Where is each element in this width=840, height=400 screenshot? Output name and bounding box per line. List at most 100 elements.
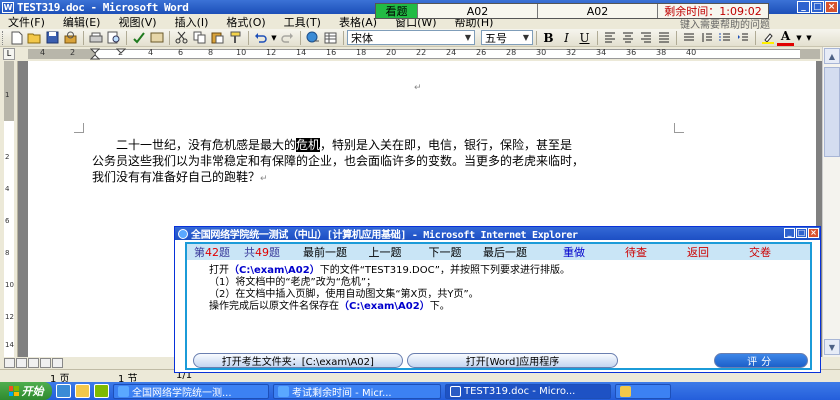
line-spacing-icon[interactable] <box>698 30 715 46</box>
menu-file[interactable]: 文件(F) <box>0 14 55 30</box>
document-text[interactable]: 二十一世纪，没有危机感是最大的危机，特别是入关在即，电信，银行，保险，甚至是 公… <box>92 137 678 187</box>
remaining-time: 剩余时间：1:09:02 <box>658 4 768 18</box>
dialog-maximize-button[interactable]: □ <box>796 228 807 238</box>
permission-icon[interactable] <box>62 30 79 46</box>
numbering-icon[interactable] <box>716 30 733 46</box>
dialog-window-controls: _ □ × <box>784 228 819 238</box>
justify-icon[interactable] <box>655 30 672 46</box>
back-button[interactable]: 返回 <box>667 244 729 260</box>
instruction-line: （2）在文档中插入页脚，使用自动图文集“第X页，共Y页”。 <box>209 289 479 300</box>
menu-edit[interactable]: 编辑(E) <box>55 14 111 30</box>
maximize-button[interactable]: □ <box>811 1 824 13</box>
research-icon[interactable] <box>148 30 165 46</box>
exam-dialog-title-bar[interactable]: 全国网络学院统一测试（中山）[计算机应用基础] - Microsoft Inte… <box>175 227 820 241</box>
first-line-indent-icon[interactable] <box>116 48 126 54</box>
exam-content: 第42题 共49题 最前一题 上一题 下一题 最后一题 重做 待查 返回 交卷 … <box>185 242 812 370</box>
spelling-icon[interactable] <box>130 30 147 46</box>
distribute-icon[interactable] <box>680 30 697 46</box>
scroll-thumb[interactable] <box>824 67 840 157</box>
indent-icon[interactable] <box>734 30 751 46</box>
menu-view[interactable]: 视图(V) <box>110 14 166 30</box>
exam-dialog[interactable]: 全国网络学院统一测试（中山）[计算机应用基础] - Microsoft Inte… <box>174 226 821 373</box>
indent-marker-icon[interactable] <box>90 48 100 60</box>
hyperlink-icon[interactable] <box>304 30 321 46</box>
align-right-icon[interactable] <box>637 30 654 46</box>
taskbar-item-exam[interactable]: 全国网络学院统一测... <box>113 383 269 399</box>
cut-icon[interactable] <box>173 30 190 46</box>
web-view-button[interactable] <box>16 358 27 368</box>
tab-selector[interactable]: L <box>3 48 15 60</box>
submit-button[interactable]: 交卷 <box>729 244 791 260</box>
toolbar-options-icon[interactable]: ▼ <box>804 30 814 46</box>
reading-view-button[interactable] <box>52 358 63 368</box>
font-color-dropdown-icon[interactable]: ▼ <box>795 30 803 46</box>
view-buttons <box>0 357 175 369</box>
undo-dropdown-icon[interactable]: ▼ <box>270 30 278 46</box>
score-button[interactable]: 评分 <box>714 352 809 368</box>
print-layout-button[interactable] <box>28 358 39 368</box>
word-app-icon[interactable]: W <box>2 1 14 13</box>
save-icon[interactable] <box>44 30 61 46</box>
print-icon[interactable] <box>87 30 104 46</box>
menu-format[interactable]: 格式(O) <box>218 14 275 30</box>
paragraph-mark: ↵ <box>260 174 268 184</box>
next-question-button[interactable]: 下一题 <box>415 244 475 260</box>
vertical-ruler[interactable]: 1 2 4 6 8 10 12 14 <box>0 61 18 357</box>
open-folder-button[interactable]: 打开考生文件夹：[C:\exam\A02] <box>193 352 403 368</box>
taskbar-item-timer[interactable]: 考试剩余时间 - Micr... <box>273 383 441 399</box>
taskbar-item-other[interactable] <box>615 383 671 399</box>
tables-icon[interactable] <box>322 30 339 46</box>
minimize-button[interactable]: _ <box>797 1 810 13</box>
scroll-up-icon[interactable]: ▲ <box>824 48 840 64</box>
open-folder-icon[interactable] <box>26 30 43 46</box>
desktop-quicklaunch-icon[interactable] <box>94 384 109 398</box>
underline-button[interactable]: U <box>576 30 593 46</box>
vertical-scrollbar[interactable]: ▲ ▼ <box>822 47 840 357</box>
redo-icon[interactable] <box>279 30 296 46</box>
bold-button[interactable]: B <box>540 30 557 46</box>
format-painter-icon[interactable] <box>227 30 244 46</box>
start-button[interactable]: 开始 <box>0 382 52 400</box>
crop-mark <box>674 123 684 133</box>
menu-tools[interactable]: 工具(T) <box>276 14 331 30</box>
outline-view-button[interactable] <box>40 358 51 368</box>
font-name-select[interactable]: 宋体 ▼ <box>347 30 475 45</box>
highlight-icon[interactable] <box>759 30 776 46</box>
new-document-icon[interactable] <box>8 30 25 46</box>
watch-question-button[interactable]: 看题 <box>376 4 418 18</box>
previous-question-button[interactable]: 上一题 <box>355 244 415 260</box>
question-nav: 第42题 共49题 最前一题 上一题 下一题 最后一题 重做 待查 返回 交卷 <box>187 244 810 260</box>
undo-icon[interactable] <box>252 30 269 46</box>
close-button[interactable]: × <box>825 1 838 13</box>
toolbar-grip[interactable] <box>2 30 5 45</box>
scroll-down-icon[interactable]: ▼ <box>824 339 840 355</box>
total-questions: 共49题 <box>244 246 280 259</box>
ie-icon <box>118 385 129 397</box>
menu-insert[interactable]: 插入(I) <box>167 14 219 30</box>
print-preview-icon[interactable] <box>105 30 122 46</box>
paragraph-mark: ↵ <box>414 83 422 93</box>
dialog-close-button[interactable]: × <box>808 228 819 238</box>
taskbar-item-word[interactable]: TEST319.doc - Micro... <box>445 383 611 399</box>
horizontal-ruler[interactable]: L 4 2 2 4 6 8 10 12 14 16 18 20 22 24 26… <box>0 47 840 61</box>
first-question-button[interactable]: 最前一题 <box>295 244 355 260</box>
open-word-button[interactable]: 打开[Word]应用程序 <box>406 352 619 368</box>
last-question-button[interactable]: 最后一题 <box>475 244 535 260</box>
italic-button[interactable]: I <box>558 30 575 46</box>
align-center-icon[interactable] <box>619 30 636 46</box>
standard-toolbar: ▼ 宋体 ▼ 五号 ▼ B I U A ▼ ▼ <box>0 29 840 47</box>
redo-button[interactable]: 重做 <box>543 244 605 260</box>
paste-icon[interactable] <box>209 30 226 46</box>
font-color-button[interactable]: A <box>777 30 794 46</box>
ie-quicklaunch-icon[interactable] <box>56 384 71 398</box>
font-size-select[interactable]: 五号 ▼ <box>481 30 533 45</box>
review-button[interactable]: 待查 <box>605 244 667 260</box>
selected-text[interactable]: 危机 <box>296 138 321 152</box>
align-left-icon[interactable] <box>601 30 618 46</box>
dialog-minimize-button[interactable]: _ <box>784 228 795 238</box>
explorer-quicklaunch-icon[interactable] <box>75 384 90 398</box>
normal-view-button[interactable] <box>4 358 15 368</box>
exam-status-bar: 看题 A02 A02 剩余时间：1:09:02 <box>375 3 769 19</box>
dialog-actions: 打开考生文件夹：[C:\exam\A02] 打开[Word]应用程序 评分 <box>193 352 809 368</box>
copy-icon[interactable] <box>191 30 208 46</box>
